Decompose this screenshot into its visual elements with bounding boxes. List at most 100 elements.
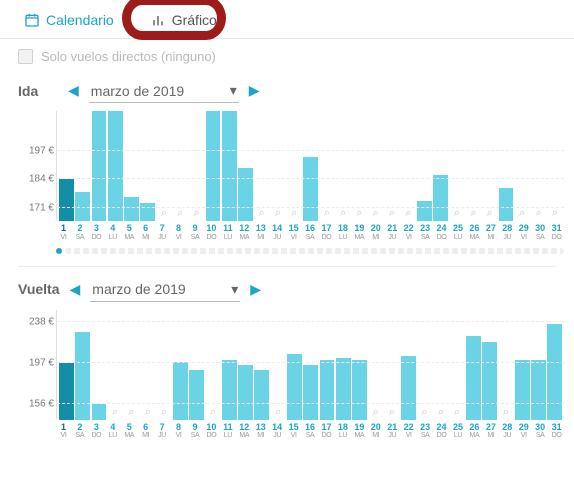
next-month-button[interactable]: ▶	[250, 281, 261, 298]
x-tick[interactable]: 23SA	[418, 224, 433, 242]
bar-slot[interactable]: ⌕	[254, 111, 269, 221]
bar-slot[interactable]: ⌕	[336, 111, 351, 221]
x-tick[interactable]: 26MA	[467, 423, 482, 441]
bar-slot[interactable]: ⌕	[271, 111, 286, 221]
x-tick[interactable]: 1VI	[56, 423, 71, 441]
x-tick[interactable]: 17DO	[319, 423, 334, 441]
x-tick[interactable]: 12MA	[237, 224, 252, 242]
x-tick[interactable]: 28JU	[500, 423, 515, 441]
bar-slot[interactable]: ⌕	[482, 111, 497, 221]
bar-slot[interactable]: ⌕	[368, 111, 383, 221]
pagination-dots[interactable]	[56, 248, 564, 254]
x-tick[interactable]: 14JU	[270, 224, 285, 242]
x-tick[interactable]: 24DO	[434, 423, 449, 441]
month-select[interactable]: marzo de 2019 ▾	[89, 78, 239, 103]
x-tick[interactable]: 6MI	[138, 224, 153, 242]
x-tick[interactable]: 17DO	[319, 224, 334, 242]
x-tick[interactable]: 31DO	[549, 423, 564, 441]
x-tick[interactable]: 13MI	[253, 224, 268, 242]
x-tick[interactable]: 5MA	[122, 423, 137, 441]
bar-slot[interactable]: ⌕	[547, 111, 562, 221]
x-tick[interactable]: 29VI	[516, 224, 531, 242]
prev-month-button[interactable]: ◀	[68, 82, 79, 99]
x-tick[interactable]: 22VI	[401, 224, 416, 242]
x-tick[interactable]: 20MI	[368, 224, 383, 242]
dot-active[interactable]	[56, 248, 62, 254]
x-tick[interactable]: 21JU	[385, 224, 400, 242]
x-tick[interactable]: 19MA	[352, 423, 367, 441]
x-tick[interactable]: 26MA	[467, 224, 482, 242]
x-tick[interactable]: 21JU	[385, 423, 400, 441]
tab-calendar[interactable]: Calendario	[18, 8, 120, 32]
x-tick[interactable]: 25LU	[451, 224, 466, 242]
bar-slot[interactable]: ⌕	[157, 111, 172, 221]
bar-slot[interactable]: ⌕	[320, 111, 335, 221]
bar-slot[interactable]	[417, 111, 432, 221]
x-tick[interactable]: 16SA	[303, 224, 318, 242]
x-tick[interactable]: 4LU	[105, 423, 120, 441]
x-tick[interactable]: 27MI	[483, 423, 498, 441]
x-tick[interactable]: 18LU	[335, 423, 350, 441]
x-tick[interactable]: 29VI	[516, 423, 531, 441]
x-tick[interactable]: 3DO	[89, 423, 104, 441]
x-tick[interactable]: 15VI	[286, 423, 301, 441]
x-tick[interactable]: 5MA	[122, 224, 137, 242]
x-tick[interactable]: 6MI	[138, 423, 153, 441]
x-tick[interactable]: 2SA	[72, 423, 87, 441]
x-tick[interactable]: 7JU	[155, 224, 170, 242]
bar-slot[interactable]	[206, 111, 221, 221]
month-select[interactable]: marzo de 2019 ▾	[90, 277, 240, 302]
x-tick[interactable]: 1VI	[56, 224, 71, 242]
bar-slot[interactable]: ⌕	[352, 111, 367, 221]
x-tick[interactable]: 15VI	[286, 224, 301, 242]
x-tick[interactable]: 7JU	[155, 423, 170, 441]
bar-slot[interactable]	[75, 111, 90, 221]
bar-slot[interactable]: ⌕	[531, 111, 546, 221]
x-tick[interactable]: 27MI	[483, 224, 498, 242]
x-tick[interactable]: 3DO	[89, 224, 104, 242]
bar-slot[interactable]	[108, 111, 123, 221]
bar-slot[interactable]: ⌕	[385, 111, 400, 221]
bar-slot[interactable]	[140, 111, 155, 221]
x-tick[interactable]: 31DO	[549, 224, 564, 242]
bar-slot[interactable]: ⌕	[401, 111, 416, 221]
x-tick[interactable]: 10DO	[204, 423, 219, 441]
bar-slot[interactable]	[222, 111, 237, 221]
tab-chart[interactable]: Gráfico	[144, 8, 223, 32]
x-tick[interactable]: 30SA	[533, 423, 548, 441]
x-tick[interactable]: 8VI	[171, 423, 186, 441]
bar-slot[interactable]	[499, 111, 514, 221]
next-month-button[interactable]: ▶	[249, 82, 260, 99]
x-tick[interactable]: 13MI	[253, 423, 268, 441]
bar-slot[interactable]	[59, 111, 74, 221]
bar-slot[interactable]: ⌕	[173, 111, 188, 221]
x-tick[interactable]: 9SA	[188, 224, 203, 242]
x-tick[interactable]: 22VI	[401, 423, 416, 441]
x-tick[interactable]: 28JU	[500, 224, 515, 242]
x-tick[interactable]: 9SA	[188, 423, 203, 441]
x-tick[interactable]: 11LU	[220, 224, 235, 242]
x-tick[interactable]: 24DO	[434, 224, 449, 242]
bar-slot[interactable]: ⌕	[287, 111, 302, 221]
x-tick[interactable]: 2SA	[72, 224, 87, 242]
x-tick[interactable]: 20MI	[368, 423, 383, 441]
bar-slot[interactable]: ⌕	[515, 111, 530, 221]
x-tick[interactable]: 30SA	[533, 224, 548, 242]
bar-slot[interactable]	[433, 111, 448, 221]
bar-slot[interactable]	[124, 111, 139, 221]
x-tick[interactable]: 12MA	[237, 423, 252, 441]
x-tick[interactable]: 23SA	[418, 423, 433, 441]
bar-slot[interactable]: ⌕	[189, 111, 204, 221]
x-tick[interactable]: 14JU	[270, 423, 285, 441]
x-tick[interactable]: 8VI	[171, 224, 186, 242]
bar-slot[interactable]: ⌕	[466, 111, 481, 221]
x-tick[interactable]: 11LU	[220, 423, 235, 441]
x-tick[interactable]: 4LU	[105, 224, 120, 242]
bar-slot[interactable]	[92, 111, 107, 221]
bar-slot[interactable]	[303, 111, 318, 221]
bar-slot[interactable]	[238, 111, 253, 221]
x-tick[interactable]: 16SA	[303, 423, 318, 441]
x-tick[interactable]: 19MA	[352, 224, 367, 242]
bar-slot[interactable]: ⌕	[450, 111, 465, 221]
x-tick[interactable]: 10DO	[204, 224, 219, 242]
